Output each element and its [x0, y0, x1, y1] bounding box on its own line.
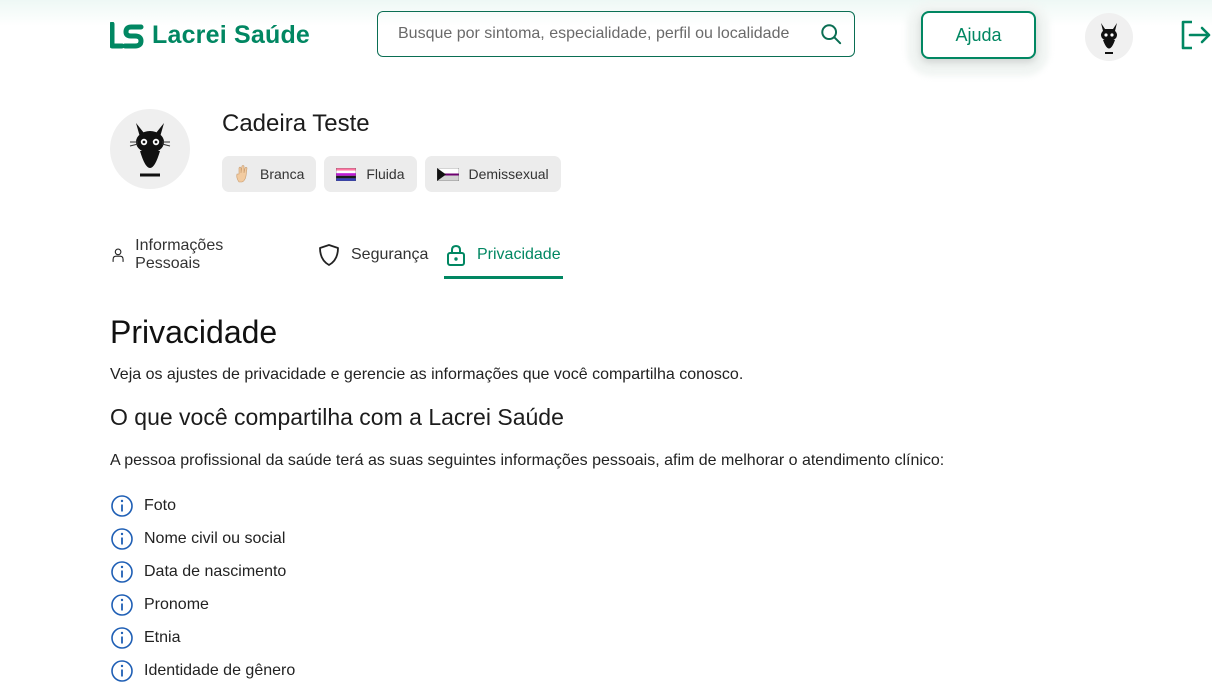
info-icon[interactable]	[110, 494, 134, 518]
page-title: Privacidade	[110, 314, 278, 350]
avatar[interactable]	[1085, 13, 1133, 61]
tab-label: Segurança	[351, 246, 429, 263]
logo-text: Lacrei Saúde	[152, 21, 311, 49]
tag-label: Demissexual	[468, 166, 549, 182]
section-description: A pessoa profissional da saúde terá as s…	[110, 452, 945, 469]
user-icon	[112, 248, 124, 262]
search-icon[interactable]	[820, 23, 842, 45]
cat-avatar-icon	[1101, 23, 1117, 54]
list-item-label: Foto	[144, 496, 177, 514]
tab-personal-info[interactable]: Informações Pessoais	[110, 236, 233, 274]
logo[interactable]: Lacrei Saúde	[110, 21, 310, 50]
info-icon[interactable]	[110, 659, 134, 683]
active-tab-indicator	[444, 276, 563, 279]
search-bar	[377, 11, 855, 57]
shield-icon	[319, 244, 339, 266]
hand-icon	[236, 165, 248, 183]
tag-label: Fluida	[366, 166, 405, 182]
tab-label: Privacidade	[477, 246, 561, 263]
profile-avatar	[110, 109, 190, 189]
logout-icon[interactable]	[1178, 18, 1212, 52]
list-item-label: Identidade de gênero	[144, 661, 296, 679]
lock-icon	[447, 244, 465, 266]
list-item: Foto	[110, 489, 295, 522]
list-item-label: Data de nascimento	[144, 562, 287, 580]
list-item: Nome civil ou social	[110, 522, 295, 555]
tab-privacy[interactable]: Privacidade	[444, 236, 561, 274]
list-item: Etnia	[110, 621, 295, 654]
tag-ethnicity: Branca	[222, 156, 317, 192]
list-item: Pronome	[110, 588, 295, 621]
section-title: O que você compartilha com a Lacrei Saúd…	[110, 404, 564, 430]
info-icon[interactable]	[110, 626, 134, 650]
help-button[interactable]: Ajuda	[921, 11, 1036, 59]
page-description: Veja os ajustes de privacidade e gerenci…	[110, 366, 744, 383]
info-icon[interactable]	[110, 560, 134, 584]
logo-icon	[110, 21, 144, 48]
info-icon[interactable]	[110, 593, 134, 617]
demisexual-flag-icon	[436, 167, 459, 181]
list-item: Data de nascimento	[110, 555, 295, 588]
genderfluid-flag-icon	[336, 167, 357, 181]
search-input[interactable]	[396, 24, 820, 44]
list-item: Identidade de gênero	[110, 654, 295, 687]
tag-sexual-orientation: Demissexual	[424, 156, 561, 192]
profile-name: Cadeira Teste	[222, 110, 370, 137]
tab-label: Informações Pessoais	[135, 237, 224, 272]
shared-info-list: Foto Nome civil ou social Data de nascim…	[110, 489, 295, 687]
tab-security[interactable]: Segurança	[316, 236, 428, 274]
cat-avatar-icon	[129, 123, 171, 177]
list-item-label: Etnia	[144, 628, 181, 646]
profile-tags: Branca Fluida Demissexual	[222, 156, 561, 192]
list-item-label: Nome civil ou social	[144, 529, 286, 547]
tag-label: Branca	[260, 166, 305, 182]
list-item-label: Pronome	[144, 595, 209, 613]
tag-gender-identity: Fluida	[324, 156, 417, 192]
info-icon[interactable]	[110, 527, 134, 551]
